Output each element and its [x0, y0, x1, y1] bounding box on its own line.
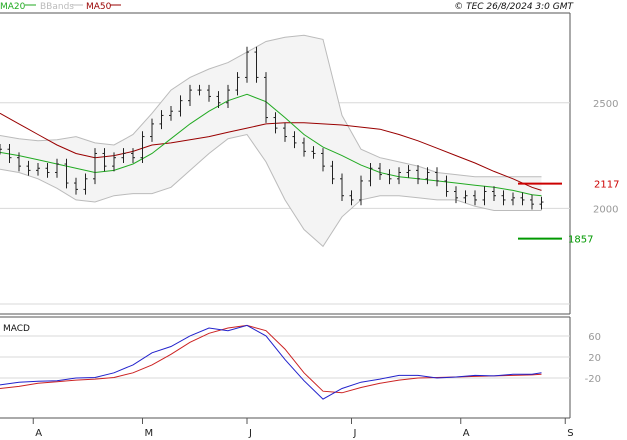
time-axis-label: S: [567, 428, 573, 439]
macd-line: [0, 324, 542, 400]
legend: MA20 BBands MA50: [0, 2, 121, 12]
resistance-level-label: 2117: [594, 180, 619, 191]
bbands-fill: [0, 35, 542, 247]
copyright-text: © TEC 26/8/2024 3:0 GMT: [454, 2, 574, 12]
macd-gridlines: [0, 335, 570, 379]
macd-panel: MACD 60 20 -20: [0, 316, 601, 418]
time-axis-tick: M: [142, 418, 154, 439]
time-axis-tick: J: [351, 418, 357, 439]
macd-y-axis: 60 20 -20: [585, 332, 601, 385]
macd-title: MACD: [3, 324, 30, 334]
time-axis-tick: J: [246, 418, 252, 439]
price-panel: 2500 2000 2117 1857: [0, 12, 619, 315]
price-y-tick-label: 2000: [593, 204, 618, 215]
time-axis-tick: A: [32, 418, 42, 439]
legend-bbands-label: BBands: [40, 2, 74, 12]
macd-y-tick-label: -20: [585, 374, 601, 385]
stock-chart: MA20 BBands MA50 © TEC 26/8/2024 3:0 GMT…: [0, 2, 619, 439]
time-axis-tick: S: [564, 418, 574, 439]
time-axis-label: A: [463, 428, 470, 439]
time-axis-label: J: [248, 428, 252, 439]
time-axis-tick: A: [460, 418, 470, 439]
time-axis-label: A: [35, 428, 42, 439]
time-axis-label: M: [145, 428, 154, 439]
legend-ma20-label: MA20: [0, 2, 26, 12]
time-axis: AMJJAS: [0, 417, 574, 439]
macd-y-tick-label: 20: [588, 353, 601, 364]
legend-ma50-label: MA50: [86, 2, 112, 12]
price-y-axis: 2500 2000: [593, 99, 618, 216]
time-axis-label: J: [353, 428, 357, 439]
macd-y-tick-label: 60: [588, 332, 601, 343]
support-level-label: 1857: [568, 235, 593, 246]
time-axis-ticks: AMJJAS: [32, 418, 574, 439]
price-y-tick-label: 2500: [593, 99, 618, 110]
